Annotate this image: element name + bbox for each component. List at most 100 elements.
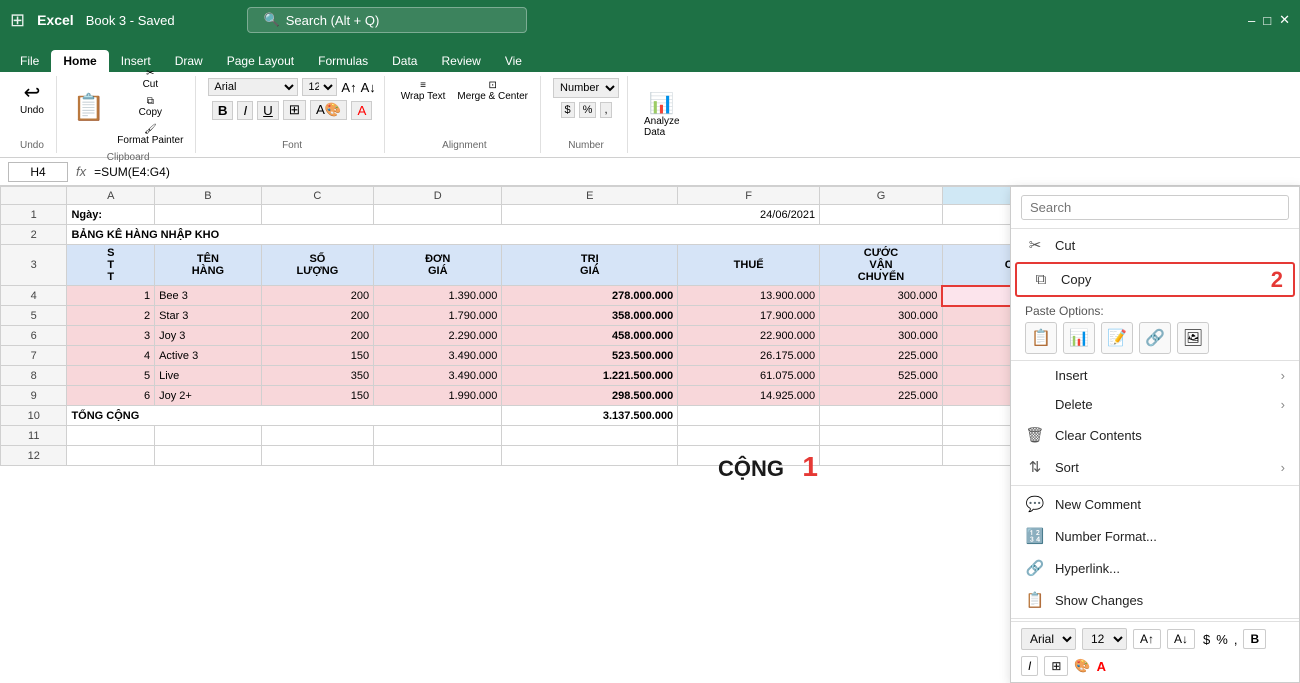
- cell-g8[interactable]: 525.000: [820, 366, 943, 386]
- wrap-text-button[interactable]: ≡Wrap Text: [397, 78, 450, 104]
- cell-e7[interactable]: 523.500.000: [502, 346, 678, 366]
- format-painter-button[interactable]: 🖌Format Painter: [113, 122, 187, 148]
- borders-button[interactable]: ⊞: [283, 100, 306, 120]
- cell-e4[interactable]: 278.000.000: [502, 286, 678, 306]
- increase-font-button[interactable]: A↑: [341, 80, 356, 95]
- cell-g6[interactable]: 300.000: [820, 326, 943, 346]
- cell-c6[interactable]: 200: [261, 326, 373, 346]
- cell-b3[interactable]: TÊNHÀNG: [155, 245, 262, 286]
- cell-e11[interactable]: [502, 426, 678, 446]
- underline-button[interactable]: U: [257, 101, 279, 120]
- cell-g5[interactable]: 300.000: [820, 306, 943, 326]
- cell-c1[interactable]: [261, 205, 373, 225]
- app-grid-icon[interactable]: ⊞: [10, 10, 25, 31]
- cell-f10[interactable]: [678, 406, 820, 426]
- cell-a9[interactable]: 6: [67, 386, 155, 406]
- cell-b5[interactable]: Star 3: [155, 306, 262, 326]
- ctx-show-changes-item[interactable]: 📋 Show Changes: [1011, 584, 1299, 616]
- ctx-search-input[interactable]: [1021, 195, 1289, 220]
- col-header-c[interactable]: C: [261, 187, 373, 205]
- cell-d6[interactable]: 2.290.000: [374, 326, 502, 346]
- tab-file[interactable]: File: [8, 50, 51, 72]
- cell-b4[interactable]: Bee 3: [155, 286, 262, 306]
- paste-icon-3[interactable]: 📝: [1101, 322, 1133, 354]
- minimize-icon[interactable]: –: [1248, 13, 1255, 28]
- cell-e8[interactable]: 1.221.500.000: [502, 366, 678, 386]
- cell-b11[interactable]: [155, 426, 262, 446]
- tab-formulas[interactable]: Formulas: [306, 50, 380, 72]
- ctx-decrease-font-btn[interactable]: A↓: [1167, 629, 1195, 649]
- cell-d8[interactable]: 3.490.000: [374, 366, 502, 386]
- cell-a12[interactable]: [67, 446, 155, 466]
- cell-a11[interactable]: [67, 426, 155, 446]
- col-header-b[interactable]: B: [155, 187, 262, 205]
- cell-d3[interactable]: ĐƠNGIÁ: [374, 245, 502, 286]
- font-color-button[interactable]: A: [351, 101, 372, 120]
- comma2-button[interactable]: ,: [600, 102, 611, 118]
- fill-color-button[interactable]: A🎨: [310, 100, 348, 120]
- ctx-increase-font-btn[interactable]: A↑: [1133, 629, 1161, 649]
- cell-d4[interactable]: 1.390.000: [374, 286, 502, 306]
- cell-f5[interactable]: 17.900.000: [678, 306, 820, 326]
- cell-g11[interactable]: [820, 426, 943, 446]
- cell-b12[interactable]: [155, 446, 262, 466]
- number-format-select[interactable]: Number: [553, 78, 619, 98]
- cell-e6[interactable]: 458.000.000: [502, 326, 678, 346]
- percent-button[interactable]: $: [561, 102, 575, 118]
- cell-g4[interactable]: 300.000: [820, 286, 943, 306]
- paste-button[interactable]: 📋: [69, 90, 109, 125]
- cell-a10[interactable]: TỔNG CỘNG: [67, 406, 502, 426]
- cell-d7[interactable]: 3.490.000: [374, 346, 502, 366]
- cell-g10[interactable]: [820, 406, 943, 426]
- cell-g12[interactable]: [820, 446, 943, 466]
- paste-icon-4[interactable]: 🔗: [1139, 322, 1171, 354]
- ctx-copy-item[interactable]: ⧉ Copy 2: [1015, 262, 1295, 297]
- italic-button[interactable]: I: [237, 101, 253, 120]
- cell-f4[interactable]: 13.900.000: [678, 286, 820, 306]
- cell-g7[interactable]: 225.000: [820, 346, 943, 366]
- cell-b7[interactable]: Active 3: [155, 346, 262, 366]
- decrease-font-button[interactable]: A↓: [361, 80, 376, 95]
- ctx-hyperlink-item[interactable]: 🔗 Hyperlink...: [1011, 552, 1299, 584]
- cell-a3[interactable]: STT: [67, 245, 155, 286]
- cell-c7[interactable]: 150: [261, 346, 373, 366]
- ctx-font-name-select[interactable]: Arial: [1021, 628, 1076, 650]
- cell-c5[interactable]: 200: [261, 306, 373, 326]
- comma-button[interactable]: %: [579, 102, 597, 118]
- cell-a4[interactable]: 1: [67, 286, 155, 306]
- cell-a1[interactable]: Ngày:: [67, 205, 155, 225]
- cell-a5[interactable]: 2: [67, 306, 155, 326]
- cell-d9[interactable]: 1.990.000: [374, 386, 502, 406]
- cell-g9[interactable]: 225.000: [820, 386, 943, 406]
- ctx-border-btn[interactable]: ⊞: [1044, 656, 1068, 676]
- cell-c4[interactable]: 200: [261, 286, 373, 306]
- ctx-bold-btn[interactable]: B: [1243, 629, 1266, 649]
- tab-data[interactable]: Data: [380, 50, 429, 72]
- cell-e5[interactable]: 358.000.000: [502, 306, 678, 326]
- cell-c11[interactable]: [261, 426, 373, 446]
- ctx-delete-item[interactable]: Delete ›: [1011, 390, 1299, 419]
- tab-page-layout[interactable]: Page Layout: [215, 50, 306, 72]
- cell-b6[interactable]: Joy 3: [155, 326, 262, 346]
- cell-e12[interactable]: [502, 446, 678, 466]
- cell-d1[interactable]: [374, 205, 502, 225]
- cut-button[interactable]: ✂Cut: [113, 66, 187, 92]
- ctx-cut-item[interactable]: ✂ Cut: [1011, 229, 1299, 261]
- formula-content[interactable]: =SUM(E4:G4): [94, 165, 1292, 179]
- ctx-sort-item[interactable]: ⇅ Sort ›: [1011, 451, 1299, 483]
- cell-e3[interactable]: TRỊGIÁ: [502, 245, 678, 286]
- copy-button[interactable]: ⧉Copy: [113, 94, 187, 120]
- cell-e9[interactable]: 298.500.000: [502, 386, 678, 406]
- global-search-box[interactable]: 🔍 Search (Alt + Q): [247, 7, 527, 33]
- cell-g1[interactable]: [820, 205, 943, 225]
- col-header-e[interactable]: E: [502, 187, 678, 205]
- paste-icon-5[interactable]: 🖼: [1177, 322, 1209, 354]
- cell-b1[interactable]: [155, 205, 262, 225]
- cell-reference[interactable]: H4: [8, 162, 68, 182]
- cell-c3[interactable]: SỐLƯỢNG: [261, 245, 373, 286]
- paste-icon-2[interactable]: 📊: [1063, 322, 1095, 354]
- cell-g3[interactable]: CƯỚCVẬNCHUYỂN: [820, 245, 943, 286]
- cell-c12[interactable]: [261, 446, 373, 466]
- undo-button[interactable]: ↩Undo: [16, 78, 48, 118]
- cell-f9[interactable]: 14.925.000: [678, 386, 820, 406]
